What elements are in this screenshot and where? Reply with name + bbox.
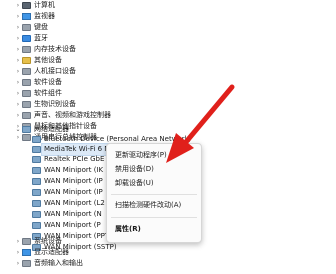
tree-item-label: 计算机 xyxy=(34,1,55,9)
chevron-right-icon[interactable]: › xyxy=(14,55,22,66)
network-adapter-icon xyxy=(22,126,31,133)
menu-separator xyxy=(111,194,197,195)
biometric-icon xyxy=(22,101,31,108)
tree-item-audio-io[interactable]: › 音频输入和输出 xyxy=(0,258,336,269)
tree-item-software-components[interactable]: › 软件组件 xyxy=(0,88,336,99)
network-card-icon xyxy=(32,222,41,229)
network-card-icon xyxy=(32,156,41,163)
menu-separator xyxy=(111,217,197,218)
software-device-icon xyxy=(22,79,31,86)
chevron-right-icon[interactable]: › xyxy=(14,66,22,77)
chevron-right-icon[interactable]: › xyxy=(14,88,22,99)
tree-item-label: WAN Miniport (L2 xyxy=(44,199,105,207)
chevron-right-icon[interactable]: › xyxy=(14,77,22,88)
tree-item-label: WAN Miniport (P xyxy=(44,221,101,229)
chevron-right-icon[interactable]: › xyxy=(14,33,22,44)
tree-item-label: 音频输入和输出 xyxy=(34,259,83,267)
tree-item-bluetooth[interactable]: › 蓝牙 xyxy=(0,33,336,44)
tree-item-label: 键盘 xyxy=(34,23,48,31)
tree-item-sound[interactable]: › 声音、视频和游戏控制器 xyxy=(0,110,336,121)
tree-item-label: WAN Miniport (IP xyxy=(44,188,103,196)
tree-item-label: 人机接口设备 xyxy=(34,67,76,75)
tree-item-label: Realtek PCIe GbE xyxy=(44,155,105,163)
tree-item-label: 软件设备 xyxy=(34,78,62,86)
update-driver-menu-item[interactable]: 更新驱动程序(P) xyxy=(107,149,203,161)
tree-item-monitor[interactable]: › 监视器 xyxy=(0,11,336,22)
network-card-icon xyxy=(32,211,41,218)
software-component-icon xyxy=(22,90,31,97)
tree-item-label: 显示适配器 xyxy=(34,248,69,256)
chevron-right-icon[interactable]: › xyxy=(14,22,22,33)
properties-menu-item[interactable]: 属性(R) xyxy=(107,223,203,235)
tree-item-keyboard[interactable]: › 键盘 xyxy=(0,22,336,33)
uninstall-device-menu-item[interactable]: 卸载设备(U) xyxy=(107,177,203,189)
tree-item-label: WAN Miniport (IP xyxy=(44,177,103,185)
chevron-right-icon[interactable]: › xyxy=(14,110,22,121)
chevron-right-icon[interactable]: › xyxy=(14,247,22,258)
scan-hardware-menu-item[interactable]: 扫描检测硬件改动(A) xyxy=(107,199,203,211)
context-menu: 更新驱动程序(P) 禁用设备(D) 卸载设备(U) 扫描检测硬件改动(A) 属性… xyxy=(106,143,202,243)
tree-item-label: WAN Miniport (IK xyxy=(44,166,104,174)
tree-item-label: WAN Miniport (N xyxy=(44,210,102,218)
chevron-right-icon[interactable]: › xyxy=(14,236,22,247)
tree-item-label: 监视器 xyxy=(34,12,55,20)
network-card-icon xyxy=(32,189,41,196)
sound-icon xyxy=(22,112,31,119)
bluetooth-icon xyxy=(22,35,31,42)
tree-item-other-devices[interactable]: › 其他设备 xyxy=(0,55,336,66)
network-card-icon xyxy=(32,146,41,153)
other-devices-icon xyxy=(22,57,31,64)
computer-icon xyxy=(22,2,31,9)
display-adapter-icon xyxy=(22,249,31,256)
network-card-icon xyxy=(32,167,41,174)
audio-io-icon xyxy=(22,260,31,267)
chevron-right-icon[interactable]: › xyxy=(14,11,22,22)
chevron-right-icon[interactable]: › xyxy=(14,44,22,55)
tree-item-label: 系统设备 xyxy=(34,237,62,245)
chevron-right-icon[interactable]: › xyxy=(14,258,22,269)
network-card-icon xyxy=(32,136,41,143)
tree-item-computer[interactable]: › 计算机 xyxy=(0,0,336,11)
hid-icon xyxy=(22,68,31,75)
disable-device-menu-item[interactable]: 禁用设备(D) xyxy=(107,163,203,175)
chevron-right-icon[interactable]: › xyxy=(14,0,22,11)
tree-item-software-devices[interactable]: › 软件设备 xyxy=(0,77,336,88)
monitor-icon xyxy=(22,13,31,20)
network-card-icon xyxy=(32,200,41,207)
tree-item-biometric[interactable]: › 生物识别设备 xyxy=(0,99,336,110)
tree-item-label: 内存技术设备 xyxy=(34,45,76,53)
tree-item-label: 声音、视频和游戏控制器 xyxy=(34,111,111,119)
tree-item-hid[interactable]: › 人机接口设备 xyxy=(0,66,336,77)
tree-item-label: 蓝牙 xyxy=(34,34,48,42)
chevron-right-icon[interactable]: › xyxy=(14,99,22,110)
tree-item-label: 生物识别设备 xyxy=(34,100,76,108)
tree-item-display-adapters[interactable]: › 显示适配器 xyxy=(0,247,336,258)
network-card-icon xyxy=(32,178,41,185)
tree-item-label: 其他设备 xyxy=(34,56,62,64)
system-device-icon xyxy=(22,238,31,245)
memory-icon xyxy=(22,46,31,53)
keyboard-icon xyxy=(22,24,31,31)
tree-item-label: 软件组件 xyxy=(34,89,62,97)
tree-item-memory[interactable]: › 内存技术设备 xyxy=(0,44,336,55)
